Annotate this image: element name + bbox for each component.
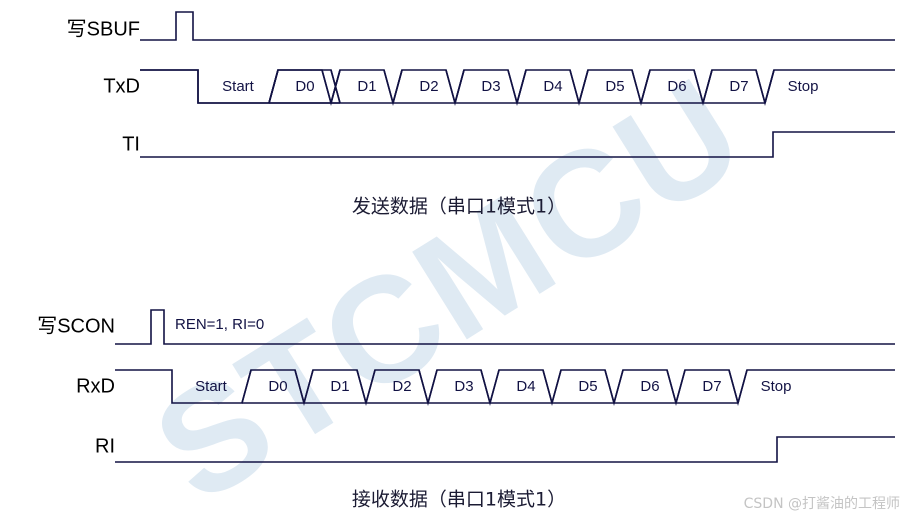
waveform-write-sbuf (140, 11, 895, 41)
signal-label-txd: TxD (103, 75, 140, 97)
caption-receive: 接收数据（串口1模式1） (352, 489, 566, 511)
rxd-cell-start: Start (195, 378, 228, 395)
signal-label-write-scon: 写SCON (37, 315, 115, 337)
rxd-cell-d0: D0 (268, 378, 287, 395)
watermark-label: STCMCU (127, 45, 770, 523)
timing-diagram-figure: STCMCU 写SBUF TxD Start D0 D1 D2 D3 D4 D5… (0, 0, 918, 523)
caption-transmit: 发送数据（串口1模式1） (352, 196, 566, 218)
signal-label-write-sbuf: 写SBUF (67, 18, 140, 40)
csdn-credit: CSDN @打酱油的工程师 (744, 495, 900, 512)
txd-cell-d1: D1 (357, 78, 376, 95)
txd-cell-start: Start (222, 78, 255, 95)
txd-cell-d2: D2 (419, 78, 438, 95)
txd-cell-d5: D5 (605, 78, 624, 95)
rxd-cell-stop: Stop (761, 378, 792, 395)
rxd-cell-d5: D5 (578, 378, 597, 395)
txd-cell-d4: D4 (543, 78, 562, 95)
rxd-cell-d4: D4 (516, 378, 535, 395)
rxd-cell-d6: D6 (640, 378, 659, 395)
rxd-cell-d2: D2 (392, 378, 411, 395)
signal-label-ri: RI (95, 435, 115, 457)
timing-diagram-canvas: STCMCU 写SBUF TxD Start D0 D1 D2 D3 D4 D5… (37, 11, 900, 523)
rxd-cell-d3: D3 (454, 378, 473, 395)
signal-label-ti: TI (122, 133, 140, 155)
rxd-cell-d1: D1 (330, 378, 349, 395)
txd-cell-d3: D3 (481, 78, 500, 95)
annotation-ren-ri: REN=1, RI=0 (175, 316, 264, 333)
signal-label-rxd: RxD (76, 375, 115, 397)
rxd-cell-d7: D7 (702, 378, 721, 395)
txd-cell-d0: D0 (295, 78, 314, 95)
stcmcu-watermark: STCMCU (127, 45, 770, 523)
txd-cell-d7: D7 (729, 78, 748, 95)
txd-cell-d6: D6 (667, 78, 686, 95)
txd-cell-stop: Stop (788, 78, 819, 95)
